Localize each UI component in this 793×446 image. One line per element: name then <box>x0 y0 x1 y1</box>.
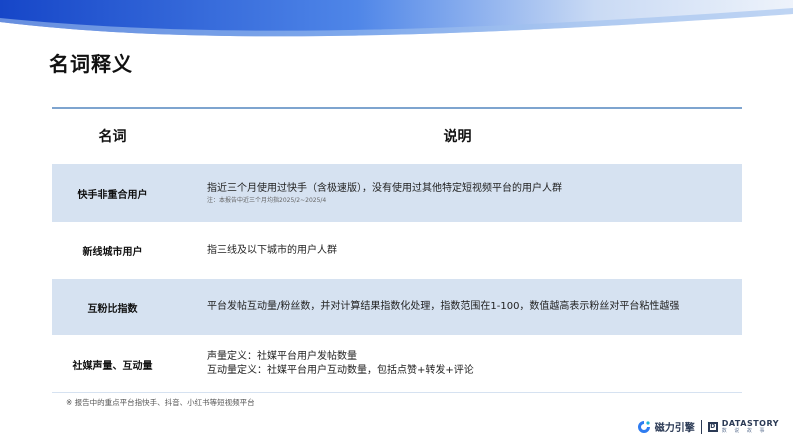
header-term: 名词 <box>98 129 127 145</box>
row-term: 互粉比指数 <box>87 303 138 315</box>
row-desc: 指近三个月使用过快手（含极速版），没有使用过其他特定短视频平台的用户人群 注：本… <box>173 182 742 205</box>
datastory-name: DATASTORY <box>721 419 779 428</box>
page-title: 名词释义 <box>49 52 133 76</box>
row-term: 社媒声量、互动量 <box>72 360 153 372</box>
datastory-subname: 数 说 故 事 <box>721 428 768 434</box>
row-desc-line: 平台发帖互动量/粉丝数，并对计算结果指数化处理，指数范围在1-100，数值越高表… <box>207 301 680 312</box>
datastory-logo-icon: D <box>707 421 718 432</box>
row-desc-line: 指三线及以下城市的用户人群 <box>207 244 337 256</box>
row-desc: 平台发帖互动量/粉丝数，并对计算结果指数化处理，指数范围在1-100，数值越高表… <box>173 300 742 314</box>
row-note: 注：本报告中近三个月均指2025/2~2025/4 <box>207 196 327 204</box>
header-desc: 说明 <box>443 129 472 145</box>
brand-footer: 磁力引擎 D DATASTORY 数 说 故 事 <box>637 419 779 434</box>
row-term: 快手非重合用户 <box>77 189 148 201</box>
table-header: 名词 说明 <box>52 109 742 163</box>
footnote: ※ 报告中的重点平台指快手、抖音、小红书等短视频平台 <box>66 398 255 407</box>
table-row: 社媒声量、互动量 声量定义：社媒平台用户发帖数量 互动量定义：社媒平台用户互动数… <box>52 335 742 392</box>
brand-divider <box>700 419 702 434</box>
table-row: 新线城市用户 指三线及以下城市的用户人群 <box>52 222 742 278</box>
row-desc-line: 声量定义：社媒平台用户发帖数量 <box>207 351 357 362</box>
magnetic-engine-logo-icon <box>637 420 650 433</box>
table-row: 快手非重合用户 指近三个月使用过快手（含极速版），没有使用过其他特定短视频平台的… <box>52 163 742 222</box>
table-row: 互粉比指数 平台发帖互动量/粉丝数，并对计算结果指数化处理，指数范围在1-100… <box>52 278 742 335</box>
header-decoration <box>0 0 793 42</box>
table-bottom-rule <box>52 392 742 393</box>
row-desc-line: 互动量定义：社媒平台用户互动数量，包括点赞+转发+评论 <box>207 365 474 376</box>
definitions-table: 名词 说明 快手非重合用户 指近三个月使用过快手（含极速版），没有使用过其他特定… <box>52 107 742 393</box>
row-desc: 指三线及以下城市的用户人群 <box>173 244 742 258</box>
row-term: 新线城市用户 <box>82 247 143 258</box>
brand-name: 磁力引擎 <box>654 423 695 434</box>
row-desc-line: 指近三个月使用过快手（含极速版），没有使用过其他特定短视频平台的用户人群 <box>207 182 562 194</box>
row-desc: 声量定义：社媒平台用户发帖数量 互动量定义：社媒平台用户互动数量，包括点赞+转发… <box>173 350 742 378</box>
datastory-brand: DATASTORY 数 说 故 事 <box>722 419 779 434</box>
